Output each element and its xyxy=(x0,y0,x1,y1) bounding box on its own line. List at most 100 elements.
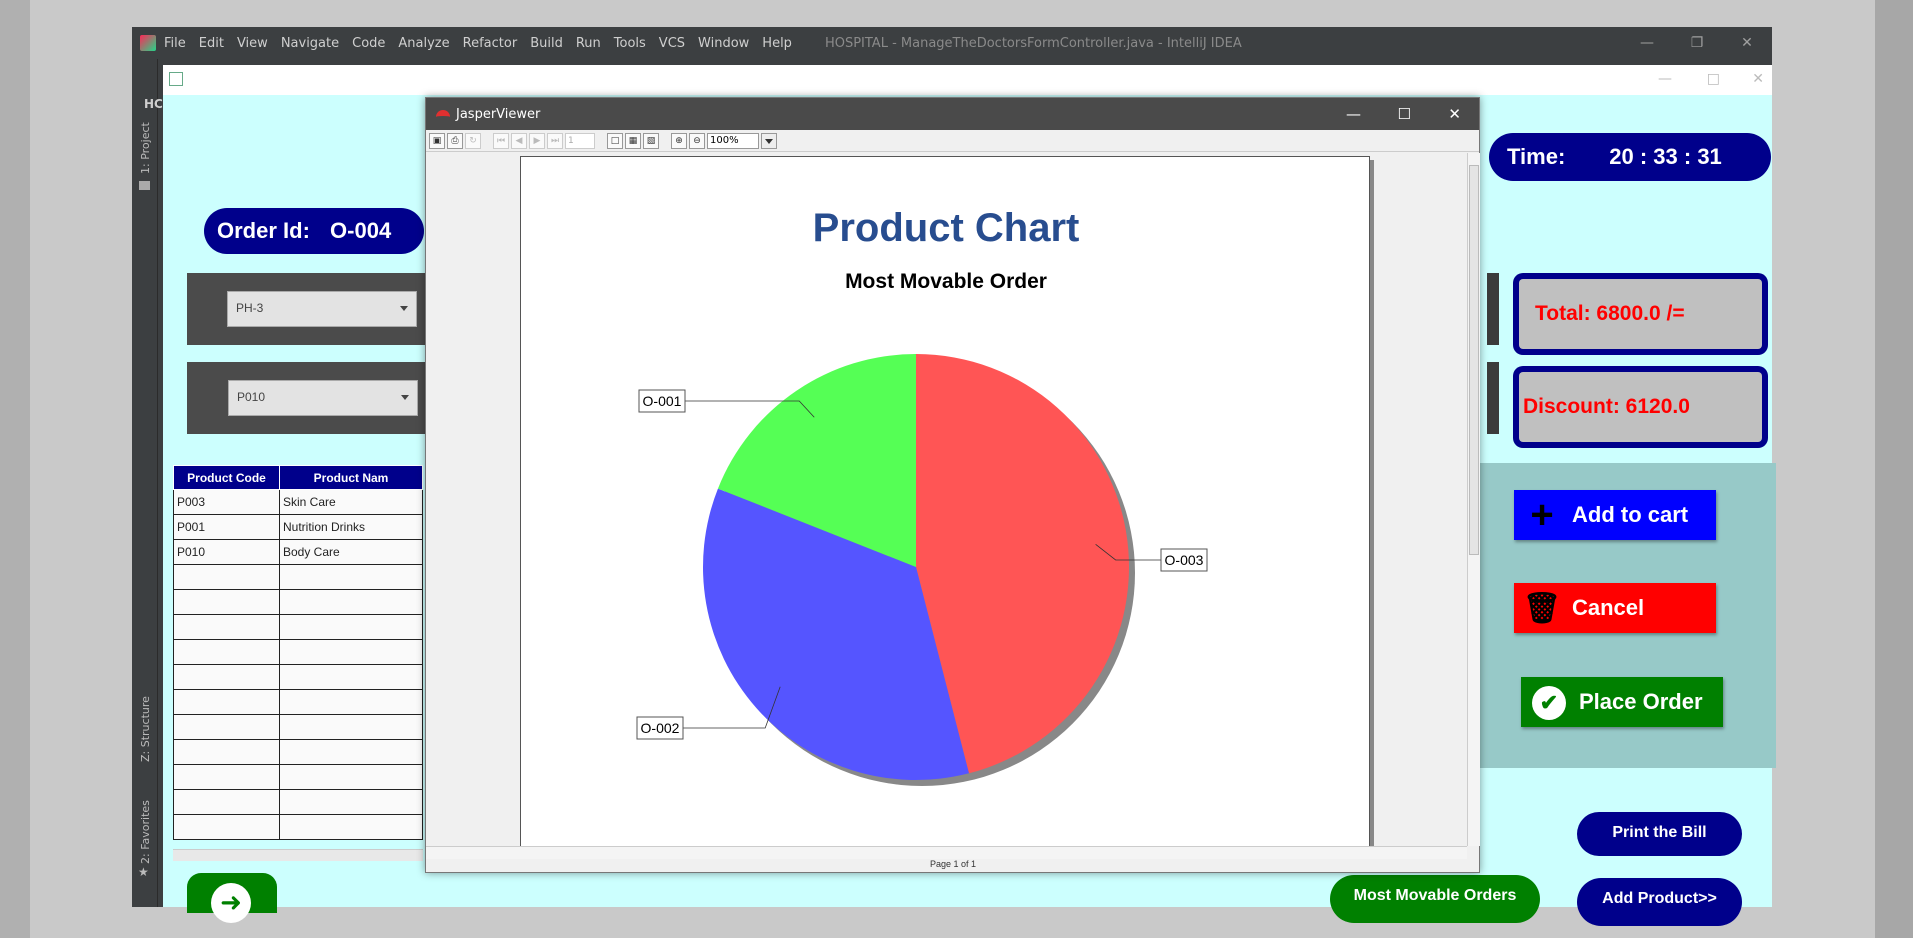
first-page-icon[interactable]: ⏮ xyxy=(493,132,509,149)
form-maximize-icon[interactable]: □ xyxy=(1707,71,1720,87)
cell-product-name: Body Care xyxy=(279,539,423,565)
maximize-icon[interactable]: ☐ xyxy=(1398,105,1411,123)
cell-product-name: Nutrition Drinks xyxy=(279,514,423,540)
jasper-toolbar: ▣ ⎙ ↻ ⏮ ◀ ▶ ⏭ 1 □ ▦ ▧ ⊕ ⊖ 100% xyxy=(426,130,1479,152)
customer-id-combo[interactable]: PH-3 xyxy=(227,291,417,327)
app-window-icon xyxy=(169,72,183,86)
minimize-icon[interactable]: — xyxy=(1346,105,1361,123)
print-bill-button[interactable]: Print the Bill xyxy=(1577,812,1742,856)
column-header-product-name[interactable]: Product Nam xyxy=(279,465,423,490)
report-page: Product Chart Most Movable Order O-003 O-… xyxy=(520,156,1370,846)
time-value: 20 : 33 : 31 xyxy=(1609,144,1722,169)
table-row[interactable] xyxy=(173,789,423,815)
next-page-icon[interactable]: ▶ xyxy=(529,132,545,149)
table-row[interactable] xyxy=(173,664,423,690)
menu-build[interactable]: Build xyxy=(530,36,563,51)
order-id-value: O-004 xyxy=(330,218,392,243)
menu-code[interactable]: Code xyxy=(352,36,385,51)
table-row[interactable] xyxy=(173,739,423,765)
table-row[interactable] xyxy=(173,689,423,715)
ide-tool-strip: HC 1: Project Z: Structure 2: Favorites … xyxy=(132,59,163,907)
restore-icon[interactable]: ❐ xyxy=(1672,35,1722,51)
chart-title: Product Chart xyxy=(813,206,1080,250)
menu-analyze[interactable]: Analyze xyxy=(398,36,449,51)
actual-size-icon[interactable]: □ xyxy=(607,132,623,149)
report-horizontal-scrollbar[interactable] xyxy=(426,846,1467,859)
menu-help[interactable]: Help xyxy=(762,36,792,51)
customer-combo-value: PH-3 xyxy=(236,301,264,315)
jasper-logo-icon xyxy=(436,110,450,118)
form-minimize-icon[interactable]: — xyxy=(1658,71,1672,87)
menu-tools[interactable]: Tools xyxy=(614,36,646,51)
trash-icon: 🗑 xyxy=(1522,591,1562,625)
scroll-thumb[interactable] xyxy=(1469,165,1479,555)
add-to-cart-button[interactable]: + Add to cart xyxy=(1514,490,1716,540)
report-vertical-scrollbar[interactable] xyxy=(1467,153,1480,846)
zoom-out-icon[interactable]: ⊖ xyxy=(689,132,705,149)
close-icon[interactable]: ✕ xyxy=(1448,105,1461,123)
table-row[interactable] xyxy=(173,714,423,740)
last-page-icon[interactable]: ⏭ xyxy=(547,132,563,149)
desktop-left-margin xyxy=(0,0,30,938)
menu-view[interactable]: View xyxy=(237,36,268,51)
fit-width-icon[interactable]: ▧ xyxy=(643,132,659,149)
table-row[interactable] xyxy=(173,589,423,615)
column-header-product-code[interactable]: Product Code xyxy=(173,465,280,490)
time-badge: Time: 20 : 33 : 31 xyxy=(1489,133,1771,181)
table-row[interactable] xyxy=(173,564,423,590)
cell-product-code: P001 xyxy=(173,514,280,540)
menu-navigate[interactable]: Navigate xyxy=(281,36,339,51)
table-row[interactable]: P001 Nutrition Drinks xyxy=(173,514,423,540)
discount-box: Discount: 6120.0 xyxy=(1513,366,1768,448)
zoom-in-icon[interactable]: ⊕ xyxy=(671,132,687,149)
cancel-button[interactable]: 🗑 Cancel xyxy=(1514,583,1716,633)
table-row[interactable] xyxy=(173,764,423,790)
cancel-label: Cancel xyxy=(1572,595,1645,620)
time-label: Time: xyxy=(1507,144,1566,169)
jasper-viewer-window: JasperViewer — ☐ ✕ ▣ ⎙ ↻ ⏮ ◀ ▶ ⏭ 1 □ ▦ ▧… xyxy=(425,97,1480,873)
print-icon[interactable]: ⎙ xyxy=(447,132,463,149)
back-button[interactable]: ➜ xyxy=(187,873,277,923)
tool-structure[interactable]: Z: Structure xyxy=(139,696,152,762)
add-to-cart-label: Add to cart xyxy=(1572,502,1689,527)
menu-edit[interactable]: Edit xyxy=(199,36,224,51)
cart-table[interactable]: Product Code Product Nam P003 Skin Care P… xyxy=(173,465,423,840)
previous-page-icon[interactable]: ◀ xyxy=(511,132,527,149)
arrow-left-icon: ➜ xyxy=(211,883,251,923)
close-icon[interactable]: ✕ xyxy=(1722,35,1772,51)
chevron-down-icon xyxy=(401,395,409,400)
zoom-select[interactable]: 100% xyxy=(707,132,759,149)
tool-project[interactable]: 1: Project xyxy=(139,122,152,174)
add-product-button[interactable]: Add Product>> xyxy=(1577,878,1742,926)
page-number-input[interactable]: 1 xyxy=(565,132,595,149)
table-row[interactable] xyxy=(173,639,423,665)
save-icon[interactable]: ▣ xyxy=(429,132,445,149)
table-header-row: Product Code Product Nam xyxy=(173,465,423,490)
pie-label-o-003: O-003 xyxy=(1165,552,1204,568)
discount-text: Discount: 6120.0 xyxy=(1519,372,1762,442)
table-row[interactable]: P003 Skin Care xyxy=(173,489,423,515)
jasper-viewer-title: JasperViewer xyxy=(456,106,541,122)
form-close-icon[interactable]: ✕ xyxy=(1752,71,1764,87)
menu-run[interactable]: Run xyxy=(576,36,601,51)
product-code-combo[interactable]: P010 xyxy=(228,380,418,416)
order-id-badge: Order Id: O-004 xyxy=(204,208,424,254)
page-status: Page 1 of 1 xyxy=(929,859,977,869)
reload-icon[interactable]: ↻ xyxy=(465,132,481,149)
chevron-down-icon[interactable] xyxy=(761,132,777,149)
table-row[interactable] xyxy=(173,614,423,640)
tool-favorites[interactable]: 2: Favorites xyxy=(139,800,152,864)
fit-page-icon[interactable]: ▦ xyxy=(625,132,641,149)
menu-refactor[interactable]: Refactor xyxy=(463,36,518,51)
menu-vcs[interactable]: VCS xyxy=(659,36,685,51)
table-row[interactable] xyxy=(173,814,423,840)
place-order-button[interactable]: ✔ Place Order xyxy=(1521,677,1723,727)
table-horizontal-scrollbar[interactable] xyxy=(173,849,423,861)
report-canvas: Product Chart Most Movable Order O-003 O-… xyxy=(426,153,1467,846)
menu-file[interactable]: File xyxy=(164,36,186,51)
plus-icon: + xyxy=(1530,492,1554,537)
minimize-icon[interactable]: — xyxy=(1622,35,1672,51)
most-movable-orders-button[interactable]: Most Movable Orders xyxy=(1330,875,1540,923)
menu-window[interactable]: Window xyxy=(698,36,749,51)
table-row[interactable]: P010 Body Care xyxy=(173,539,423,565)
